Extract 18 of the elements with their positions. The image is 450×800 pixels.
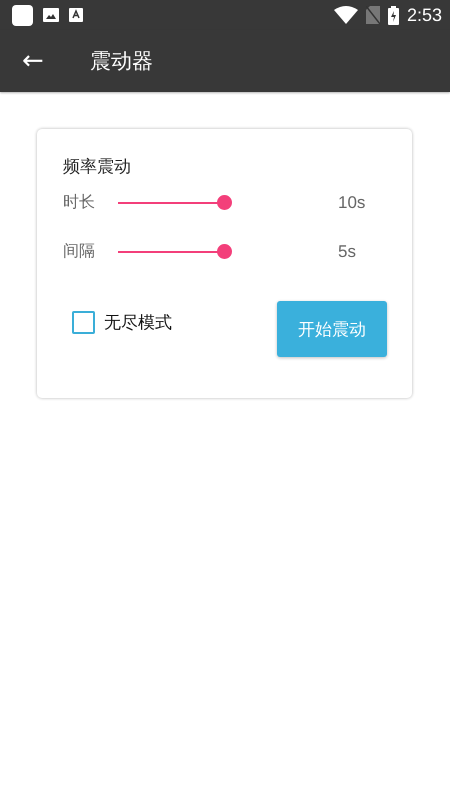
back-button[interactable]: ← — [22, 46, 52, 76]
slider-value: 10s — [338, 192, 366, 212]
slider-label: 时长 — [63, 192, 96, 213]
checkbox[interactable] — [72, 310, 95, 334]
slider[interactable] — [118, 244, 233, 260]
page-title: 震动器 — [90, 48, 153, 75]
slider-label: 间隔 — [63, 241, 96, 262]
wifi-icon — [334, 6, 358, 24]
image-icon — [43, 8, 59, 22]
clock-time: 2:53 — [406, 4, 442, 26]
slider[interactable] — [118, 194, 233, 210]
battery-icon — [388, 6, 399, 24]
card-title: 频率震动 — [63, 156, 132, 178]
slider-value: 5s — [338, 242, 357, 262]
no-sim-icon — [366, 6, 380, 24]
font-icon — [69, 8, 83, 22]
notification-icon — [12, 4, 33, 26]
checkbox-label: 无尽模式 — [104, 312, 172, 334]
